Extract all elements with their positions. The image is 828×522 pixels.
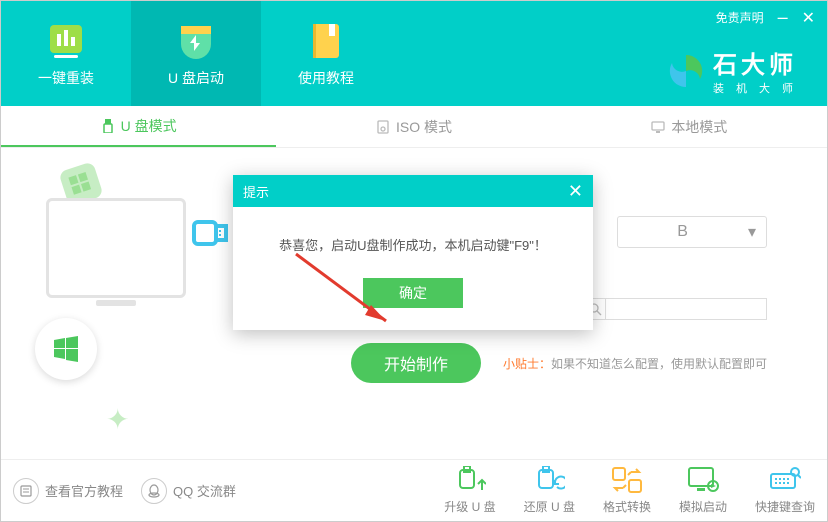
footer-tools: 升级 U 盘 还原 U 盘 格式转换 模拟启动 快捷键查询 bbox=[444, 466, 815, 515]
book-icon bbox=[305, 20, 347, 62]
tool-label: 模拟启动 bbox=[679, 498, 727, 515]
tab-usb-mode[interactable]: U 盘模式 bbox=[1, 106, 276, 147]
bar-chart-icon bbox=[45, 20, 87, 62]
iso-icon bbox=[376, 120, 390, 134]
window-controls: 免责声明 ‒ ✕ bbox=[716, 7, 815, 28]
success-dialog: 提示 ✕ 恭喜您，启动U盘制作成功，本机启动键"F9"！ 确定 bbox=[233, 175, 593, 330]
app-header: 一键重装 U 盘启动 使用教程 免责声明 ‒ ✕ 石大师 装机大师 bbox=[1, 1, 827, 106]
search-field[interactable] bbox=[605, 298, 767, 320]
nav-tutorial[interactable]: 使用教程 bbox=[261, 1, 391, 106]
dialog-close-button[interactable]: ✕ bbox=[568, 181, 583, 202]
nav-reinstall[interactable]: 一键重装 bbox=[1, 1, 131, 106]
brand: 石大师 装机大师 bbox=[667, 45, 815, 96]
dropdown-value: B bbox=[677, 223, 688, 241]
sparkle-icon: ✦ bbox=[106, 403, 134, 431]
dialog-title: 提示 bbox=[243, 182, 269, 201]
header-right: 免责声明 ‒ ✕ 石大师 装机大师 bbox=[667, 1, 827, 106]
tab-local-mode[interactable]: 本地模式 bbox=[552, 106, 827, 147]
convert-icon bbox=[611, 466, 643, 494]
dialog-header: 提示 ✕ bbox=[233, 175, 593, 207]
keyboard-search-icon bbox=[769, 466, 801, 494]
start-make-button[interactable]: 开始制作 bbox=[351, 343, 481, 383]
nav-label: U 盘启动 bbox=[168, 68, 224, 88]
brand-name: 石大师 bbox=[713, 45, 797, 80]
tool-label: 快捷键查询 bbox=[755, 498, 815, 515]
disclaimer-link[interactable]: 免责声明 bbox=[716, 9, 764, 26]
brand-subtitle: 装机大师 bbox=[713, 80, 805, 96]
windows-logo-icon bbox=[35, 318, 97, 380]
tab-label: U 盘模式 bbox=[121, 116, 177, 136]
book-small-icon bbox=[13, 478, 39, 504]
tip-label: 小贴士： bbox=[503, 357, 551, 371]
footer: 查看官方教程 QQ 交流群 升级 U 盘 还原 U 盘 格式转换 模拟启动 快捷 bbox=[1, 459, 827, 521]
monitor-graphic bbox=[46, 198, 186, 306]
usb-plug-icon bbox=[189, 208, 229, 263]
close-button[interactable]: ✕ bbox=[802, 8, 815, 28]
tool-upgrade-usb[interactable]: 升级 U 盘 bbox=[444, 466, 495, 515]
usb-up-icon bbox=[454, 466, 486, 494]
tab-label: ISO 模式 bbox=[396, 117, 452, 137]
usb-icon bbox=[101, 119, 115, 133]
chevron-down-icon: ▾ bbox=[748, 222, 756, 242]
brand-logo-icon bbox=[667, 52, 705, 90]
tip-body: 如果不知道怎么配置，使用默认配置即可 bbox=[551, 357, 767, 371]
dialog-ok-label: 确定 bbox=[399, 283, 427, 303]
nav-label: 一键重装 bbox=[38, 68, 94, 88]
footer-link-label: QQ 交流群 bbox=[173, 481, 236, 500]
qq-icon bbox=[141, 478, 167, 504]
tool-hotkey-lookup[interactable]: 快捷键查询 bbox=[755, 466, 815, 515]
dialog-body: 恭喜您，启动U盘制作成功，本机启动键"F9"！ 确定 bbox=[233, 207, 593, 330]
monitor-icon bbox=[651, 120, 665, 134]
footer-link-label: 查看官方教程 bbox=[45, 481, 123, 500]
official-tutorial-link[interactable]: 查看官方教程 bbox=[13, 478, 123, 504]
usb-refresh-icon bbox=[533, 466, 565, 494]
tool-simulate-boot[interactable]: 模拟启动 bbox=[679, 466, 727, 515]
minimize-button[interactable]: ‒ bbox=[778, 7, 788, 28]
qq-group-link[interactable]: QQ 交流群 bbox=[141, 478, 236, 504]
tab-label: 本地模式 bbox=[671, 117, 727, 137]
dialog-ok-button[interactable]: 确定 bbox=[363, 278, 463, 308]
nav-usb-boot[interactable]: U 盘启动 bbox=[131, 1, 261, 106]
tool-restore-usb[interactable]: 还原 U 盘 bbox=[524, 466, 575, 515]
tool-format-convert[interactable]: 格式转换 bbox=[603, 466, 651, 515]
device-dropdown[interactable]: B ▾ bbox=[617, 216, 767, 248]
tool-label: 还原 U 盘 bbox=[524, 498, 575, 515]
tool-label: 升级 U 盘 bbox=[444, 498, 495, 515]
dialog-message: 恭喜您，启动U盘制作成功，本机启动键"F9"！ bbox=[253, 235, 573, 254]
start-make-label: 开始制作 bbox=[384, 351, 448, 375]
footer-links: 查看官方教程 QQ 交流群 bbox=[13, 478, 236, 504]
tab-iso-mode[interactable]: ISO 模式 bbox=[276, 106, 551, 147]
nav-bar: 一键重装 U 盘启动 使用教程 bbox=[1, 1, 391, 106]
nav-label: 使用教程 bbox=[298, 68, 354, 88]
tip-text: 小贴士：如果不知道怎么配置，使用默认配置即可 bbox=[503, 355, 767, 372]
mode-tabs: U 盘模式 ISO 模式 本地模式 bbox=[1, 106, 827, 148]
monitor-play-icon bbox=[687, 466, 719, 494]
tool-label: 格式转换 bbox=[603, 498, 651, 515]
shield-icon bbox=[175, 20, 217, 62]
